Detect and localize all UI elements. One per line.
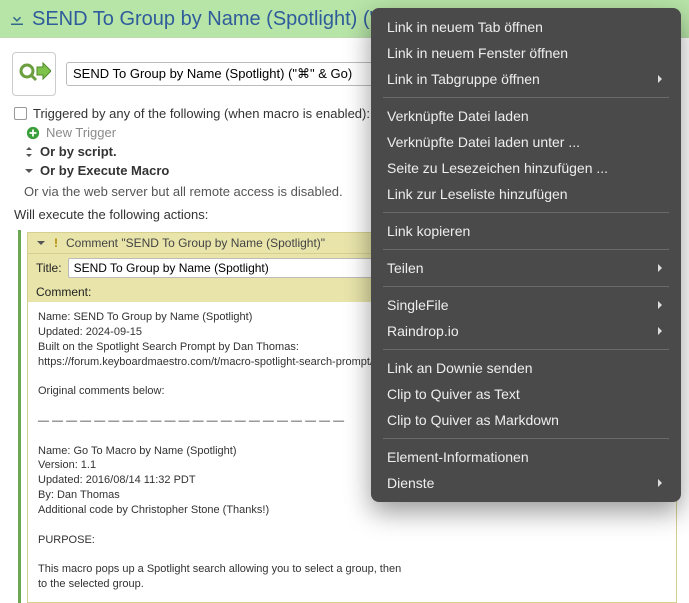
trigger-checkbox[interactable] [14,107,27,120]
chevron-right-icon [655,263,665,273]
or-by-execute-macro-label: Or by Execute Macro [40,163,169,178]
chevron-right-icon [655,326,665,336]
context-menu-item-label: SingleFile [387,297,655,313]
chevron-right-icon [655,478,665,488]
context-menu-item[interactable]: Element-Informationen [371,444,681,470]
chevron-down-icon [24,166,34,176]
context-menu-item[interactable]: Link kopieren [371,218,681,244]
context-menu-separator [383,286,669,287]
context-menu-item[interactable]: Link zur Leseliste hinzufügen [371,181,681,207]
context-menu-item-label: Link in neuem Fenster öffnen [387,45,665,61]
context-menu-item[interactable]: Link in Tabgruppe öffnen [371,66,681,92]
context-menu-item[interactable]: Teilen [371,255,681,281]
context-menu-item-label: Clip to Quiver as Markdown [387,412,665,428]
context-menu-item-label: Seite zu Lesezeichen hinzufügen ... [387,160,665,176]
action-header-text: Comment "SEND To Group by Name (Spotligh… [66,236,325,250]
new-trigger-label: New Trigger [46,125,116,140]
context-menu: Link in neuem Tab öffnen Link in neuem Fe… [371,8,681,502]
context-menu-item-label: Element-Informationen [387,449,665,465]
context-menu-separator [383,349,669,350]
download-icon [8,10,26,28]
chevron-right-icon [655,300,665,310]
context-menu-item-label: Link an Downie senden [387,360,665,376]
action-title-label: Title: [36,261,62,275]
or-by-script-label: Or by script. [40,144,117,159]
context-menu-item-label: Verknüpfte Datei laden unter ... [387,134,665,150]
macro-icon-well[interactable] [12,52,56,96]
warning-icon: ! [54,236,58,250]
updown-icon [24,147,34,157]
context-menu-item-label: Link zur Leseliste hinzufügen [387,186,665,202]
context-menu-item-label: Teilen [387,260,655,276]
context-menu-item-label: Clip to Quiver as Text [387,386,665,402]
context-menu-item-label: Link in neuem Tab öffnen [387,19,665,35]
context-menu-item-label: Link kopieren [387,223,665,239]
context-menu-separator [383,249,669,250]
context-menu-separator [383,212,669,213]
magnifier-arrow-icon [17,59,51,89]
context-menu-item[interactable]: Seite zu Lesezeichen hinzufügen ... [371,155,681,181]
context-menu-item[interactable]: Link in neuem Fenster öffnen [371,40,681,66]
context-menu-item[interactable]: Dienste [371,470,681,496]
context-menu-item-label: Verknüpfte Datei laden [387,108,665,124]
plus-icon [26,126,40,140]
context-menu-item[interactable]: Clip to Quiver as Markdown [371,407,681,433]
context-menu-item-label: Dienste [387,475,655,491]
context-menu-item-label: Link in Tabgruppe öffnen [387,71,655,87]
context-menu-item[interactable]: Clip to Quiver as Text [371,381,681,407]
context-menu-item[interactable]: Verknüpfte Datei laden [371,103,681,129]
context-menu-separator [383,438,669,439]
context-menu-item[interactable]: Link an Downie senden [371,355,681,381]
context-menu-item[interactable]: SingleFile [371,292,681,318]
context-menu-separator [383,97,669,98]
context-menu-item[interactable]: Link in neuem Tab öffnen [371,14,681,40]
macro-title: SEND To Group by Name (Spotlight) ("⌘" [32,6,404,31]
chevron-down-icon [36,238,46,248]
trigger-label: Triggered by any of the following (when … [33,106,370,121]
chevron-right-icon [655,74,665,84]
context-menu-item[interactable]: Verknüpfte Datei laden unter ... [371,129,681,155]
context-menu-item-label: Raindrop.io [387,323,655,339]
context-menu-item[interactable]: Raindrop.io [371,318,681,344]
